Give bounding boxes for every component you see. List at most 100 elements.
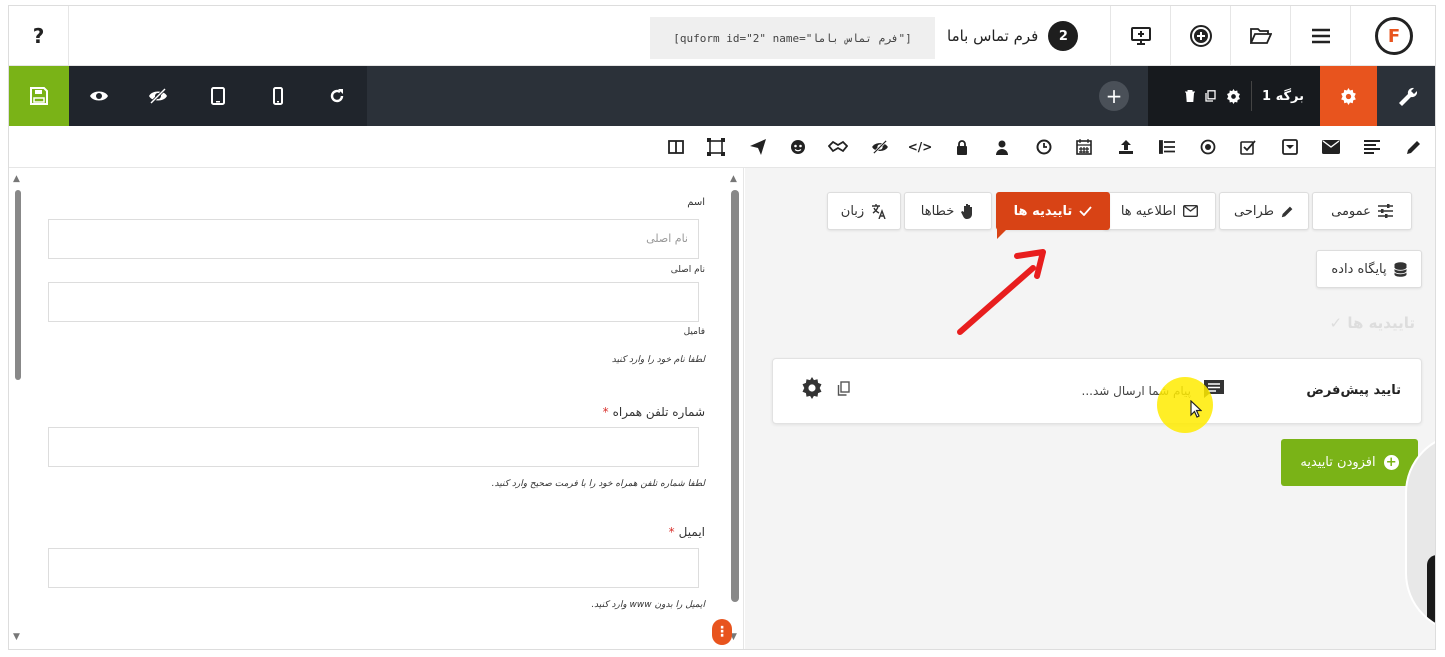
- settings-panel: عمومی طراحی اطلاعیه ها تاییدیه ها خطاها …: [745, 168, 1435, 649]
- form-settings-button[interactable]: [1320, 66, 1377, 126]
- preview-scrollbar-right[interactable]: ▲ ▼: [729, 174, 741, 644]
- hide-preview-button[interactable]: [129, 66, 189, 126]
- form-title-group: 2 فرم تماس باما: [947, 18, 1079, 54]
- preview-button[interactable]: [69, 66, 129, 126]
- tab-notifications[interactable]: اطلاعیه ها: [1103, 192, 1216, 230]
- section-title-text: تاییدیه ها: [1347, 314, 1415, 332]
- multiselect-element-icon[interactable]: [1156, 136, 1178, 158]
- honeypot-element-icon[interactable]: [827, 136, 849, 158]
- date-element-icon[interactable]: [1073, 136, 1095, 158]
- scroll-up-icon[interactable]: ▲: [13, 174, 20, 184]
- menu-button[interactable]: [1290, 6, 1350, 66]
- copy-icon[interactable]: [1205, 90, 1216, 102]
- preview-screen-button[interactable]: [1110, 6, 1170, 66]
- eye-slash-icon: [149, 88, 168, 104]
- confirmation-settings-icon[interactable]: [801, 377, 823, 405]
- upload-element-icon[interactable]: [1115, 136, 1137, 158]
- field-label-family: فامیل: [683, 327, 705, 337]
- field-hint-email: ایمیل را بدون www وارد کنید.: [591, 600, 705, 610]
- more-options-button[interactable]: ⋮: [712, 619, 732, 645]
- preview-tools: [69, 66, 367, 126]
- annotation-arrow: [957, 249, 1046, 335]
- tab-general[interactable]: عمومی: [1312, 192, 1412, 230]
- add-confirmation-label: افزودن تاییدیه: [1300, 455, 1376, 470]
- open-form-button[interactable]: [1230, 6, 1290, 66]
- email-element-icon[interactable]: [1320, 136, 1342, 158]
- tab-language[interactable]: زبان: [827, 192, 901, 230]
- hidden-element-icon[interactable]: [869, 136, 891, 158]
- password-element-icon[interactable]: [951, 136, 973, 158]
- tab-label: طراحی: [1234, 203, 1275, 219]
- tablet-icon: [210, 87, 225, 105]
- help-button[interactable]: ?: [9, 6, 69, 66]
- mobile-view-button[interactable]: [248, 66, 308, 126]
- tab-confirmations[interactable]: تاییدیه ها: [996, 192, 1110, 239]
- scroll-thumb[interactable]: [15, 190, 21, 380]
- check-icon: [1079, 206, 1093, 216]
- field-label-mobile: شماره تلفن همراه*: [603, 405, 705, 419]
- name-element-icon[interactable]: [991, 136, 1013, 158]
- add-confirmation-button[interactable]: + افزودن تاییدیه: [1281, 439, 1418, 486]
- radio-element-icon[interactable]: [1197, 136, 1219, 158]
- hand-icon: [961, 204, 973, 219]
- brush-icon: [1281, 206, 1293, 217]
- first-name-input[interactable]: نام اصلی: [48, 219, 699, 259]
- copy-icon[interactable]: [837, 381, 850, 400]
- trash-icon[interactable]: [1185, 90, 1195, 102]
- gear-icon: [1341, 87, 1356, 105]
- add-form-button[interactable]: [1170, 6, 1230, 66]
- database-icon: [1393, 261, 1407, 277]
- textarea-element-icon[interactable]: [1361, 136, 1383, 158]
- column-element-icon[interactable]: [665, 136, 687, 158]
- tab-errors[interactable]: خطاها: [904, 192, 992, 230]
- plus-circle-icon: +: [1383, 455, 1399, 470]
- translate-icon: [872, 203, 886, 219]
- element-toolbar: </>: [9, 126, 1435, 168]
- tab-database[interactable]: پایگاه داده: [1316, 250, 1422, 288]
- scroll-down-icon[interactable]: ▼: [13, 632, 20, 642]
- scroll-up-icon[interactable]: ▲: [730, 174, 737, 184]
- form-preview: ▲ ▼ اسم نام اصلی نام اصلی فامیل لطفا نام…: [9, 168, 744, 649]
- time-element-icon[interactable]: [1033, 136, 1055, 158]
- page-tab[interactable]: برگه 1: [1148, 66, 1320, 126]
- form-title: فرم تماس باما: [947, 27, 1039, 45]
- first-name-placeholder: نام اصلی: [646, 232, 688, 245]
- wrench-icon: [1399, 87, 1417, 106]
- confirmation-item[interactable]: تایید پیش‌فرض پیام شما ارسال شد...: [772, 358, 1422, 424]
- tablet-view-button[interactable]: [188, 66, 248, 126]
- select-element-icon[interactable]: [1279, 136, 1301, 158]
- required-mark: *: [668, 525, 675, 539]
- tools-button[interactable]: [1377, 66, 1435, 126]
- shortcode-box[interactable]: [quform id="2" name="فرم تماس باما"]: [650, 17, 935, 59]
- text-element-icon[interactable]: [1403, 136, 1425, 158]
- field-hint-family: لطفا نام خود را وارد کنید: [611, 355, 705, 365]
- mobile-icon: [272, 87, 283, 105]
- eye-icon: [89, 91, 108, 101]
- folder-open-icon: [1249, 28, 1272, 44]
- tab-design[interactable]: طراحی: [1219, 192, 1309, 230]
- last-name-input[interactable]: [48, 282, 699, 322]
- add-page-button[interactable]: +: [1099, 81, 1129, 111]
- tab-label: زبان: [840, 203, 865, 219]
- submit-element-icon[interactable]: [747, 136, 769, 158]
- email-input[interactable]: [48, 548, 699, 588]
- help-label: ?: [32, 24, 45, 48]
- app-logo[interactable]: F: [1350, 6, 1435, 66]
- form-number-badge: 2: [1048, 21, 1079, 51]
- save-button[interactable]: [9, 66, 69, 126]
- preview-scrollbar-left[interactable]: ▲ ▼: [13, 174, 23, 644]
- checkbox-element-icon[interactable]: [1237, 136, 1259, 158]
- scroll-thumb[interactable]: [731, 190, 739, 602]
- plus-circle-icon: [1189, 25, 1212, 47]
- reload-button[interactable]: [307, 66, 367, 126]
- recaptcha-element-icon[interactable]: [787, 136, 809, 158]
- mobile-input[interactable]: [48, 427, 699, 467]
- html-element-icon[interactable]: </>: [908, 136, 933, 158]
- more-icon: ⋮: [715, 624, 729, 640]
- group-element-icon[interactable]: [705, 136, 727, 158]
- page-settings-icon[interactable]: [1226, 88, 1241, 104]
- logo-letter: F: [1387, 25, 1401, 47]
- hamburger-icon: [1311, 28, 1330, 44]
- page-label: برگه 1: [1262, 88, 1304, 104]
- floppy-icon: [30, 87, 48, 105]
